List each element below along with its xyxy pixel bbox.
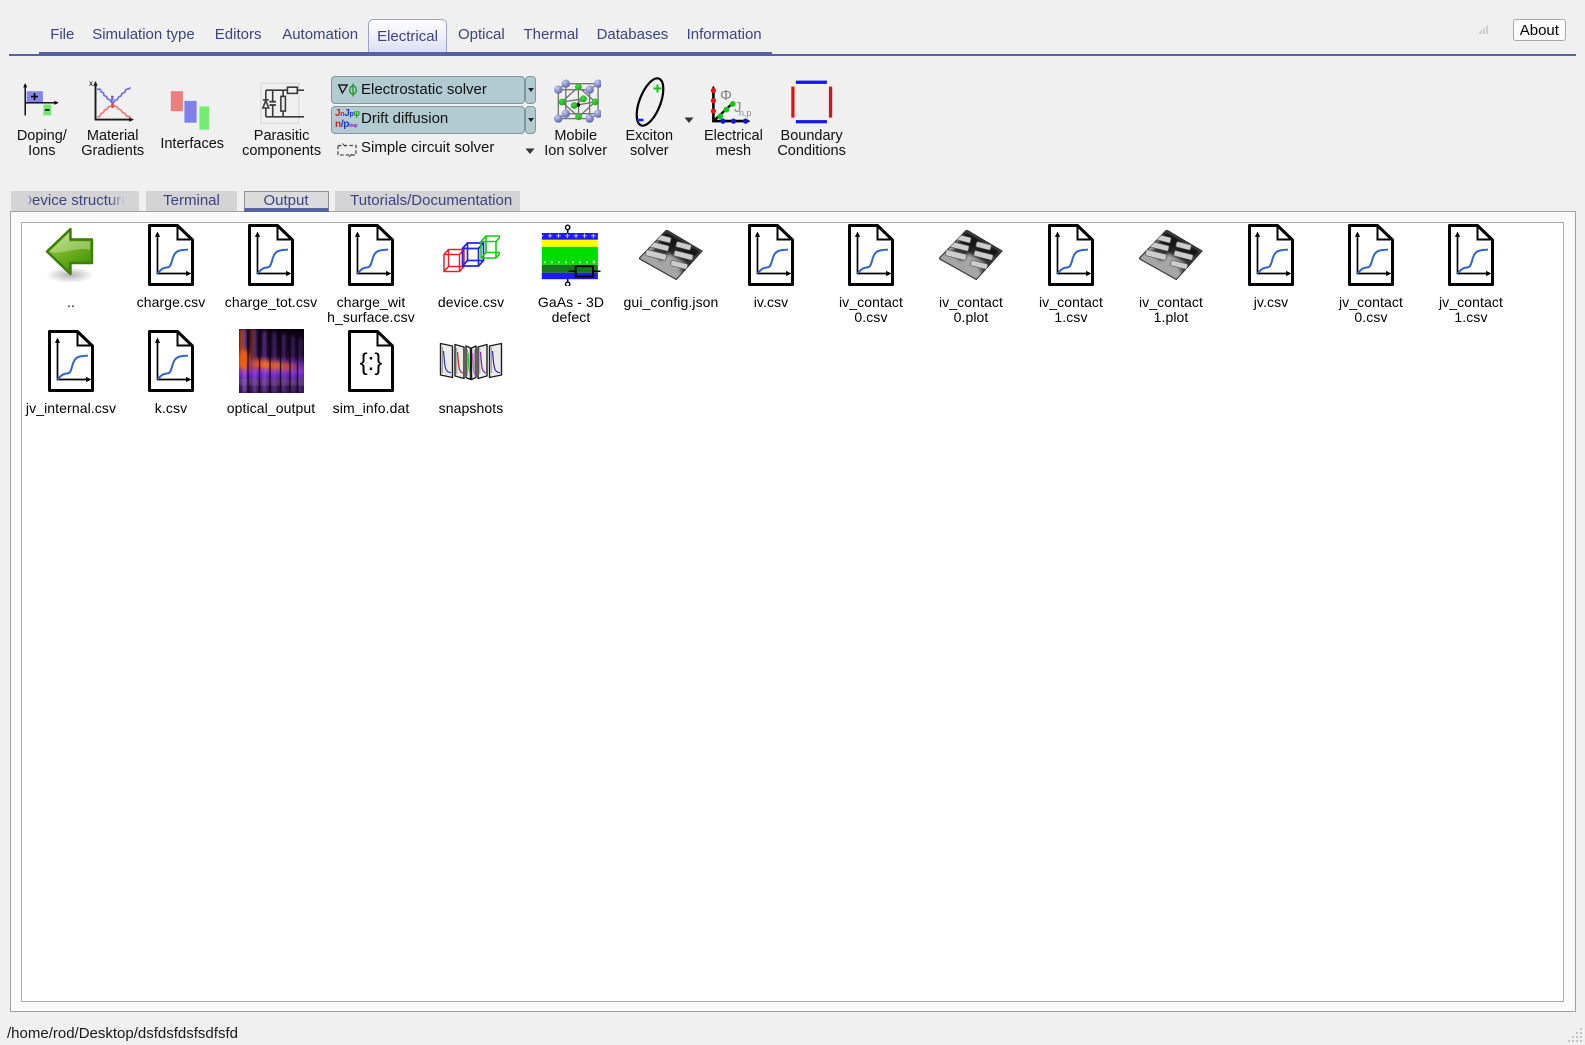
svg-text:{:}: {:} xyxy=(360,349,383,376)
svg-text:Φ: Φ xyxy=(720,87,732,104)
svg-text:n,p: n,p xyxy=(739,108,752,118)
svg-text:x: x xyxy=(89,79,93,88)
svg-text:+++++++: +++++++ xyxy=(540,231,599,241)
